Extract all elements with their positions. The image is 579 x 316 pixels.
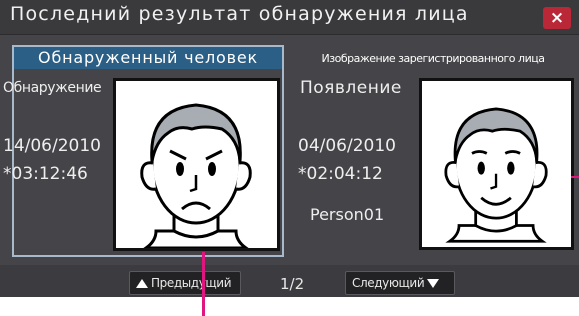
triangle-down-icon [427,278,440,288]
next-button[interactable]: Следующий [345,271,455,295]
page-indicator: 1/2 [280,275,305,293]
detected-time: *03:12:46 [3,164,88,184]
window-title: Последний результат обнаружения лица [10,3,469,25]
close-icon: × [549,8,565,28]
detected-event-label: Обнаружение [3,80,102,96]
face-detection-panel: Последний результат обнаружения лица × О… [0,0,579,297]
registered-face-icon [444,107,548,243]
next-button-label: Следующий [352,276,425,290]
registered-person-name: Person01 [310,205,385,224]
registered-face-header[interactable]: Изображение зарегистрированного лица [290,48,576,70]
registered-event-label: Появление [300,78,402,98]
registered-time: *02:04:12 [298,164,383,184]
registered-face-image[interactable] [419,78,574,250]
detected-date: 14/06/2010 [3,136,101,156]
title-bar: Последний результат обнаружения лица × [0,0,579,35]
detected-face-image[interactable] [113,78,280,251]
previous-button-label: Предыдущий [151,276,232,290]
registered-date: 04/06/2010 [298,136,396,156]
triangle-up-icon [136,278,148,288]
close-button[interactable]: × [543,7,571,29]
callout-line-registered [571,176,579,178]
previous-button[interactable]: Предыдущий [129,271,241,295]
detected-person-header[interactable]: Обнаруженный человек [14,47,282,69]
callout-line-detected [202,252,205,316]
detected-face-icon [140,103,252,248]
